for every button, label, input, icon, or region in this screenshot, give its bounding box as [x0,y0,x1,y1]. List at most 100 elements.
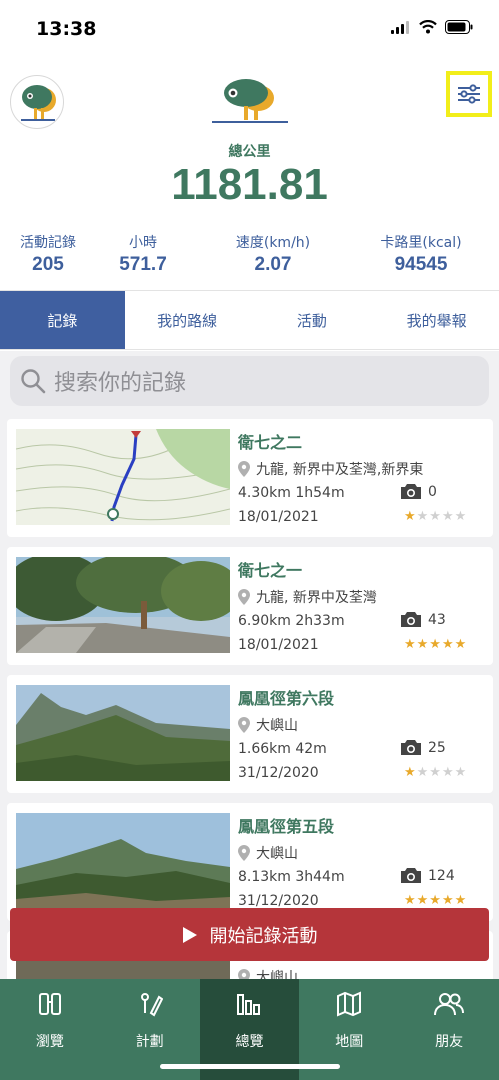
location-pin-icon [238,845,250,861]
record-photos: 124 [400,867,455,884]
stat-activities: 活動記錄 205 [10,232,86,276]
star-empty-icon: ★★★★ [416,509,468,524]
record-distance-time: 6.90km 2h33m [238,613,345,629]
star-empty-icon: ★★★★ [416,765,468,780]
star-filled-icon: ★ [404,765,417,780]
record-photo-thumbnail [16,557,230,653]
app-logo [208,76,292,126]
record-date: 18/01/2021 [238,637,319,653]
record-location-text: 九龍, 新界中及荃灣 [256,590,377,606]
star-filled-icon: ★★★★★ [404,893,468,908]
tab-my-routes[interactable]: 我的路線 [125,291,250,349]
nav-friends[interactable]: 朋友 [399,979,499,1080]
record-rating: ★★★★★ [404,893,467,908]
location-pin-icon [238,717,250,733]
record-photo-count: 0 [428,483,437,500]
battery-icon [445,20,473,34]
record-title: 鳳凰徑第六段 [238,689,335,708]
records-list[interactable]: 搜索你的記錄 衛七之二 九龍, 新界中及荃灣,新界東 4.30km 1h54m … [0,351,499,979]
record-location-text: 大嶼山 [256,970,298,979]
status-time: 13:38 [36,18,97,40]
stat-value: 205 [32,254,64,275]
plan-icon [140,993,163,1017]
peak-photo [16,813,230,909]
total-distance-label: 總公里 [228,144,271,160]
search-input[interactable]: 搜索你的記錄 [10,356,489,406]
wifi-icon [419,20,437,34]
record-photo-thumbnail [16,813,230,909]
record-location: 九龍, 新界中及荃灣 [238,587,377,607]
record-rating: ★★★★★ [404,509,467,524]
stat-calories: 卡路里(kcal) 94545 [366,232,476,276]
camera-icon [401,868,421,883]
stat-value: 2.07 [254,254,292,275]
stat-speed: 速度(km/h) 2.07 [220,232,326,276]
play-icon [182,926,197,943]
record-date: 31/12/2020 [238,893,319,909]
stat-value: 94545 [394,254,448,275]
avatar[interactable] [10,75,64,129]
record-location-text: 九龍, 新界中及荃灣,新界東 [256,462,424,478]
camera-icon [401,484,421,499]
nav-label: 朋友 [435,1034,464,1050]
total-distance-value: 1181.81 [171,160,328,209]
record-photos: 0 [400,483,437,500]
stat-hours: 小時 571.7 [104,232,182,276]
status-bar: 13:38 [0,0,499,58]
tab-bar: 記錄 我的路線 活動 我的舉報 [0,290,499,350]
status-icons [391,20,473,34]
sliders-icon [458,84,480,104]
avatar-tree-icon [21,85,56,121]
record-title: 鳳凰徑第五段 [238,817,335,836]
record-location-text: 大嶼山 [256,718,298,734]
browse-icon [38,993,61,1015]
camera-icon [401,612,421,627]
nav-label: 地圖 [335,1034,364,1050]
map-icon [337,991,362,1017]
record-card[interactable]: 鳳凰徑第六段 大嶼山 1.66km 42m 25 31/12/2020 ★★★★… [7,675,493,793]
tab-activities[interactable]: 活動 [250,291,375,349]
home-indicator[interactable] [160,1064,340,1069]
record-location: 九龍, 新界中及荃灣,新界東 [238,459,423,479]
record-card[interactable]: 衛七之二 九龍, 新界中及荃灣,新界東 4.30km 1h54m 0 18/01… [7,419,493,537]
forest-road-photo [16,557,230,653]
record-location-text: 大嶼山 [256,846,298,862]
stat-label: 小時 [129,235,157,251]
overview-icon [237,994,261,1015]
signal-icon [391,20,409,34]
record-rating: ★★★★★ [404,637,467,652]
record-photos: 43 [400,611,446,628]
stat-label: 速度(km/h) [235,235,311,251]
tree-logo-icon [212,79,288,123]
stat-label: 活動記錄 [20,235,76,251]
start-recording-label: 開始記錄活動 [209,925,318,947]
filter-settings-button[interactable] [446,71,492,117]
route-map-image [16,429,230,525]
record-card[interactable]: 鳳凰徑第五段 大嶼山 8.13km 3h44m 124 31/12/2020 ★… [7,803,493,921]
record-distance-time: 4.30km 1h54m [238,485,345,501]
search-placeholder: 搜索你的記錄 [54,371,187,396]
record-card[interactable]: 衛七之一 九龍, 新界中及荃灣 6.90km 2h33m 43 18/01/20… [7,547,493,665]
stat-label: 卡路里(kcal) [380,235,462,251]
record-title: 衛七之一 [238,561,303,580]
record-rating: ★★★★★ [404,765,467,780]
record-photo-count: 25 [428,739,446,756]
nav-label: 瀏覽 [35,1034,64,1050]
record-distance-time: 1.66km 42m [238,741,327,757]
location-pin-icon [238,969,250,979]
record-title: 衛七之二 [238,433,303,452]
tab-records[interactable]: 記錄 [0,291,125,349]
start-recording-button[interactable]: 開始記錄活動 [10,908,489,961]
nav-label: 總覽 [235,1034,264,1050]
record-location: 大嶼山 [238,715,298,735]
location-pin-icon [238,589,250,605]
star-filled-icon: ★★★★★ [404,637,468,652]
star-filled-icon: ★ [404,509,417,524]
record-date: 31/12/2020 [238,765,319,781]
record-photo-thumbnail [16,685,230,781]
search-icon [21,369,46,394]
tab-my-reports[interactable]: 我的舉報 [374,291,499,349]
nav-browse[interactable]: 瀏覽 [0,979,100,1080]
stat-value: 571.7 [119,254,167,275]
record-map-thumbnail [16,429,230,525]
